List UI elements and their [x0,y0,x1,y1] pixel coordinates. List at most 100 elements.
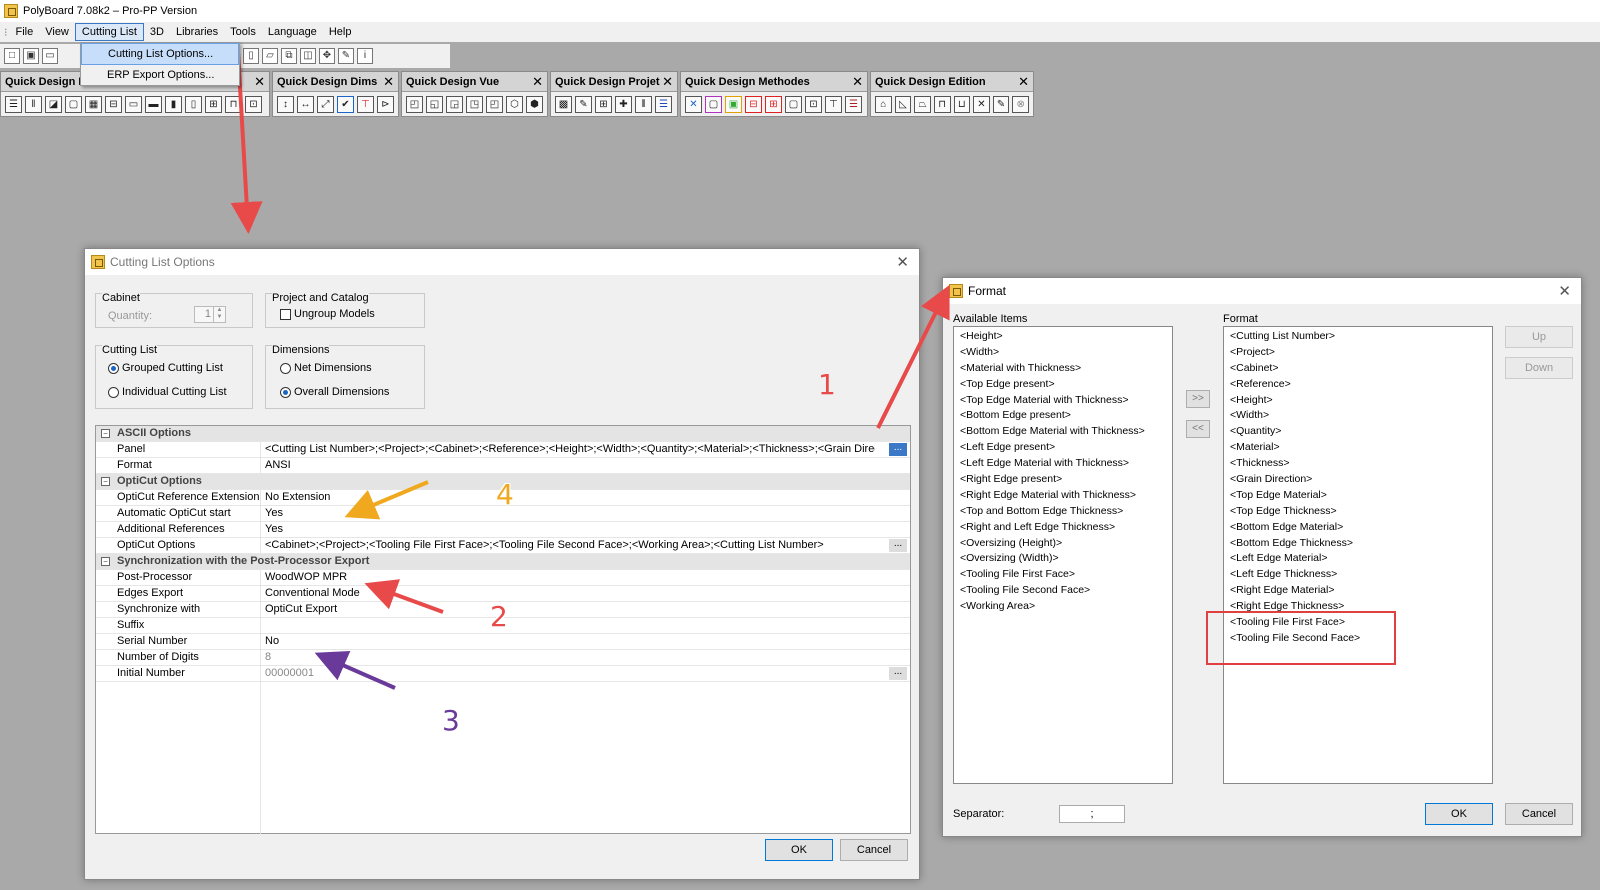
quantity-stepper[interactable]: 1 ▲ ▼ [194,306,226,323]
list-item[interactable]: <Reference> [1230,377,1486,393]
list-item[interactable]: <Width> [960,345,1166,361]
menu-help[interactable]: Help [323,24,358,40]
ungroup-models-checkbox[interactable]: Ungroup Models [280,308,375,320]
pattern-icon[interactable]: ▩ [555,96,572,113]
divider-icon[interactable]: ‖ [25,96,42,113]
view-left-icon[interactable]: ◱ [426,96,443,113]
grid-row[interactable]: Additional References Yes [96,522,910,538]
ellipsis-button[interactable]: ... [889,539,907,552]
property-value[interactable]: No [265,635,875,647]
close-icon[interactable]: ✕ [852,74,863,90]
menu-language[interactable]: Language [262,24,323,40]
shape-icon[interactable]: ◺ [894,96,912,113]
cancel-button[interactable]: Cancel [840,839,908,861]
add-item-button[interactable]: >> [1186,390,1210,408]
grid-icon[interactable]: ⊞ [205,96,222,113]
list-item[interactable]: <Top Edge present> [960,377,1166,393]
top-icon[interactable]: ⊡ [245,96,262,113]
back-icon[interactable]: ▬ [145,96,162,113]
property-value[interactable]: 00000001 [265,667,875,679]
list-item[interactable]: <Cabinet> [1230,361,1486,377]
method-red-icon[interactable]: ⊟ [745,96,762,113]
ellipsis-button[interactable]: ... [889,443,907,456]
new-file-icon[interactable]: □ [4,48,20,64]
menu-3d[interactable]: 3D [144,24,170,40]
list-icon[interactable]: ☰ [655,96,672,113]
black-square-icon[interactable]: ▢ [785,96,802,113]
list-item[interactable]: <Bottom Edge Thickness> [1230,536,1486,552]
close-icon[interactable]: ✕ [383,74,394,90]
view-front-icon[interactable]: ◰ [406,96,423,113]
step-icon[interactable]: ⊳ [377,96,394,113]
shape-icon[interactable]: ▱ [262,48,278,64]
panel-icon[interactable]: ▦ [85,96,102,113]
list-item[interactable]: <Left Edge Material with Thickness> [960,456,1166,472]
close-icon[interactable]: ✕ [662,74,673,90]
list-item[interactable]: <Height> [960,329,1166,345]
format-items-list[interactable]: <Cutting List Number> <Project> <Cabinet> <… [1223,326,1493,784]
steps-icon[interactable]: ⊔ [953,96,971,113]
polygon-icon[interactable]: ⌂ [875,96,892,113]
list-item[interactable]: <Quantity> [1230,424,1486,440]
available-items-list[interactable]: <Height> <Width> <Material with Thickness>… [953,326,1173,784]
menu-erp-export-options[interactable]: ERP Export Options... [81,65,239,85]
checkbox-icon[interactable] [280,308,291,320]
target-icon[interactable]: ⊡ [805,96,822,113]
list-item[interactable]: <Width> [1230,408,1486,424]
grid-row[interactable]: Panel <Cutting List Number>;<Project>;<Ca… [96,442,910,458]
menu-cutting-list-options[interactable]: Cutting List Options... [81,43,239,65]
list-item[interactable]: <Bottom Edge Material> [1230,520,1486,536]
trapezoid-icon[interactable]: ⏢ [914,96,931,113]
info-icon[interactable]: i [357,48,373,64]
grid-row[interactable]: OptiCut Options <Cabinet>;<Project>;<Tool… [96,538,910,554]
remove-item-button[interactable]: << [1186,420,1210,438]
menu-cutting-list[interactable]: Cutting List [74,23,144,41]
menu-view[interactable]: View [39,24,75,40]
list-item[interactable]: <Right and Left Edge Thickness> [960,520,1166,536]
grid-row[interactable]: Initial Number 00000001... [96,666,910,682]
grid-row[interactable]: Serial Number No [96,634,910,650]
width-icon[interactable]: ↔ [297,96,314,113]
dim-icon[interactable]: ⊤ [357,96,374,113]
individual-cutting-list-radio[interactable]: Individual Cutting List [108,386,227,398]
property-value[interactable]: OptiCut Export [265,603,875,615]
ellipsis-button[interactable]: ... [889,667,907,680]
panel-icon[interactable]: ▯ [243,48,259,64]
view-back-icon[interactable]: ◳ [466,96,483,113]
radio-icon[interactable] [280,362,291,374]
list-item[interactable]: <Top Edge Material> [1230,488,1486,504]
wand-icon[interactable]: ✎ [338,48,354,64]
menu-libraries[interactable]: Libraries [170,24,224,40]
grid-row[interactable]: Format ANSI [96,458,910,474]
grid-row[interactable]: Post-Processor WoodWOP MPR [96,570,910,586]
property-value[interactable]: Yes [265,523,875,535]
list-item[interactable]: <Oversizing (Width)> [960,551,1166,567]
list-item[interactable]: <Left Edge present> [960,440,1166,456]
color-square-icon[interactable]: ▢ [705,96,722,113]
frame-icon[interactable]: ▢ [65,96,82,113]
move-icon[interactable]: ✥ [319,48,335,64]
door-icon[interactable]: ◪ [45,96,62,113]
copy-icon[interactable]: ⧉ [281,48,297,64]
close-icon[interactable]: ✕ [1018,74,1029,90]
height-icon[interactable]: ↕ [277,96,294,113]
list-item[interactable]: <Bottom Edge Material with Thickness> [960,424,1166,440]
delete-icon[interactable]: ⊗ [1012,96,1029,113]
property-value[interactable]: <Cutting List Number>;<Project>;<Cabinet… [265,443,875,455]
table-icon[interactable]: ⊞ [595,96,612,113]
view-iso-icon[interactable]: ⬡ [506,96,523,113]
radio-icon[interactable] [108,386,119,398]
list-item[interactable]: <Right Edge present> [960,472,1166,488]
list-item[interactable]: <Grain Direction> [1230,472,1486,488]
method-grid-icon[interactable]: ⊞ [765,96,782,113]
list-item[interactable]: <Right Edge Material with Thickness> [960,488,1166,504]
hinge-icon[interactable]: ▯ [185,96,202,113]
net-dimensions-radio[interactable]: Net Dimensions [280,362,372,374]
cancel-button[interactable]: Cancel [1505,803,1573,825]
list-item[interactable]: <Right Edge Material> [1230,583,1486,599]
list-item[interactable]: <Tooling File Second Face> [960,583,1166,599]
grid-row[interactable]: Number of Digits 8 [96,650,910,666]
radio-selected-icon[interactable] [280,386,291,398]
down-button[interactable]: Down [1505,357,1573,379]
list-item[interactable]: <Material> [1230,440,1486,456]
